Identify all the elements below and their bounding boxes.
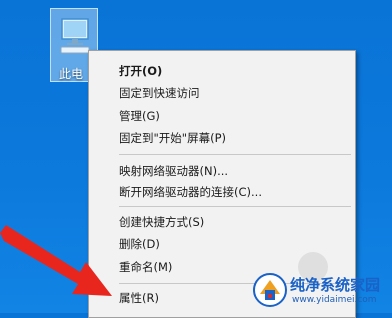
red-arrow-annotation <box>0 225 112 296</box>
watermark-title: 纯净系统家园 <box>290 276 381 294</box>
watermark: 纯净系统家园 www.yidaimei.com <box>248 270 392 313</box>
watermark-url: www.yidaimei.com <box>292 295 377 305</box>
watermark-logo-icon <box>253 273 287 307</box>
